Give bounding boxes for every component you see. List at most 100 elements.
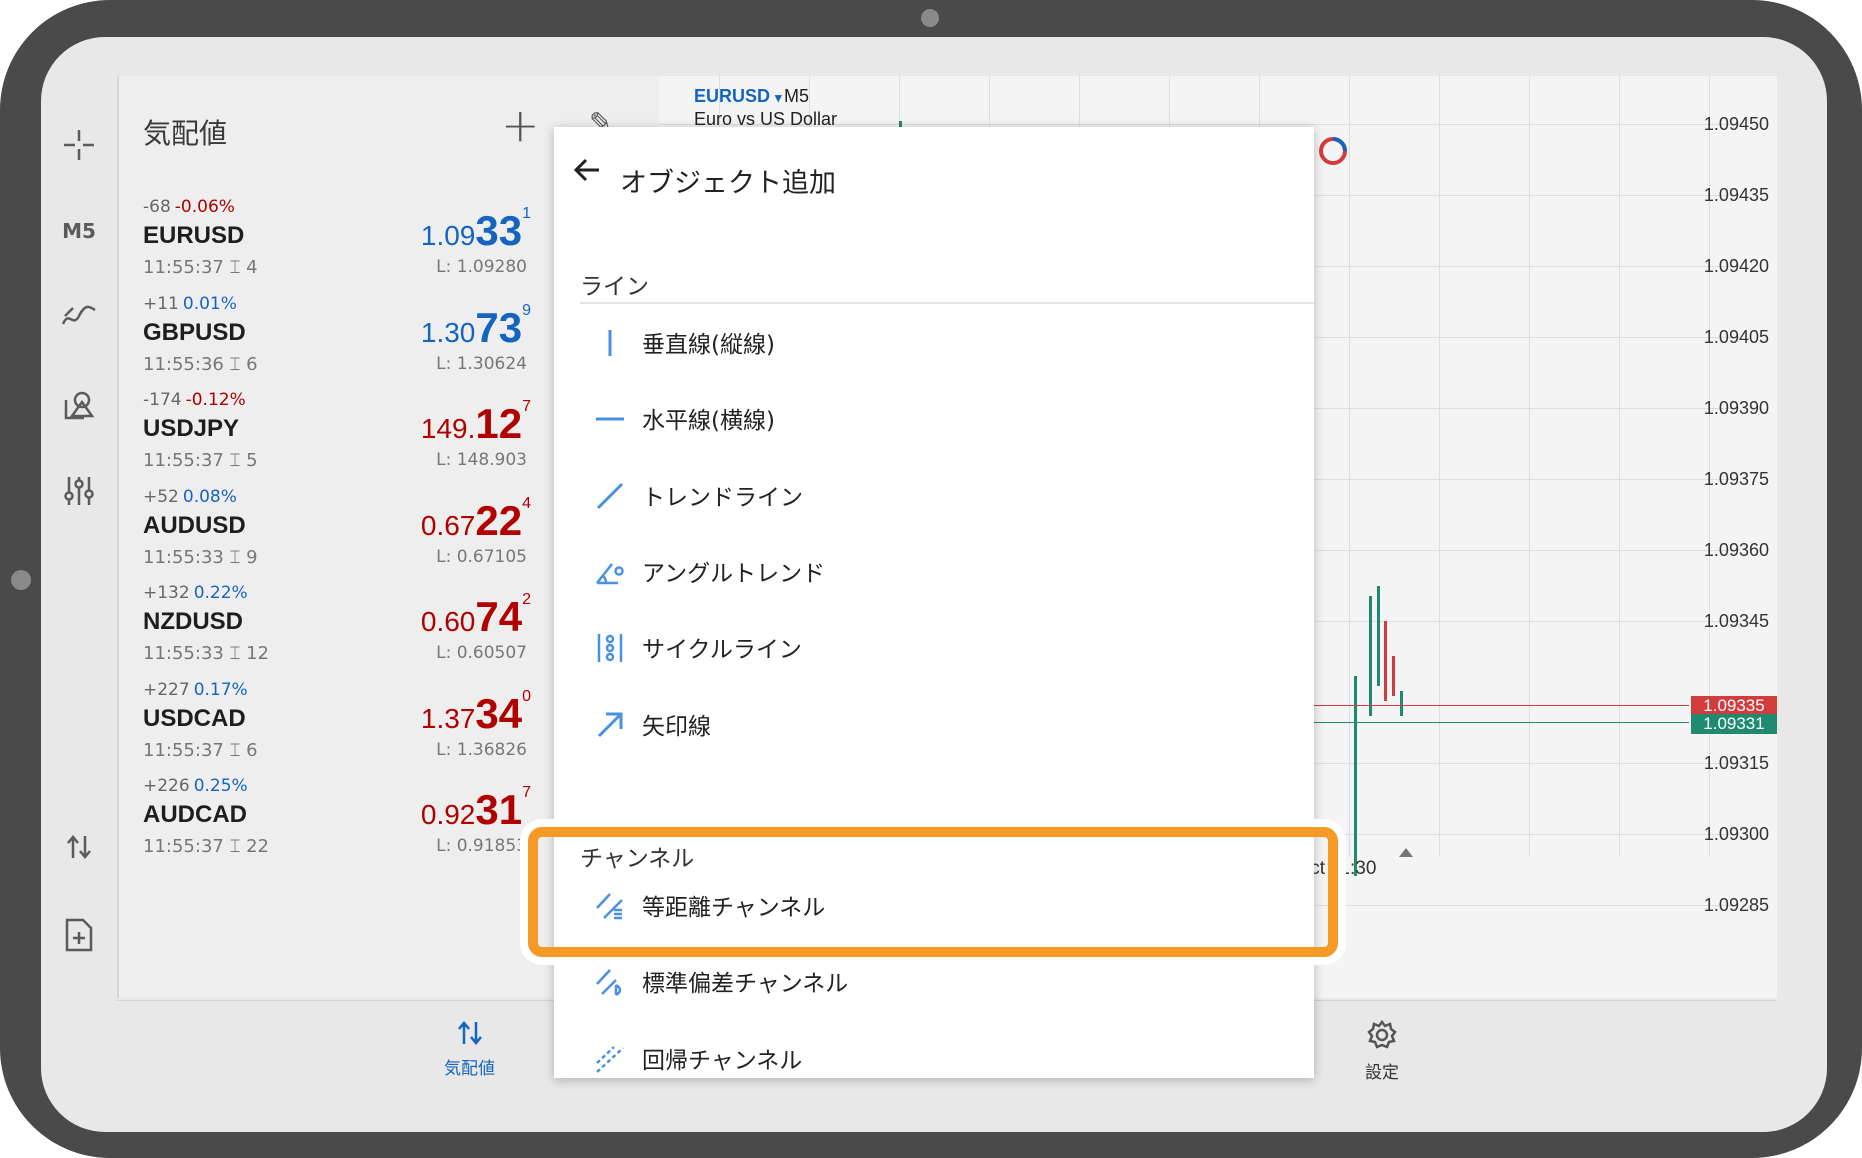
candle — [1384, 621, 1387, 701]
quote-time: 11:55:37 ⌶ 22 — [143, 836, 269, 857]
nav-settings[interactable]: 設定 — [1365, 1019, 1399, 1083]
back-arrow-icon[interactable] — [572, 155, 602, 193]
timer-icon[interactable] — [1317, 135, 1347, 165]
trendline-icon — [594, 480, 626, 512]
bid-price-tag: 1.09335 — [1691, 696, 1777, 716]
dialog-title: オブジェクト追加 — [620, 168, 836, 199]
quotes-title: 気配値 — [143, 117, 228, 150]
candle — [1400, 691, 1403, 716]
indicators-icon[interactable] — [51, 287, 107, 343]
chart-timeframe: M5 — [784, 86, 810, 106]
price-axis-label: 1.09315 — [1703, 753, 1769, 773]
object-item-label: 水平線(横線) — [642, 408, 775, 435]
quote-bid[interactable]: 0.92317 — [421, 784, 531, 834]
quote-symbol: USDJPY — [143, 415, 240, 442]
chart-dropdown-icon[interactable]: ▾ — [775, 90, 782, 105]
quote-change: -174 -0.12% — [143, 390, 246, 410]
grid-line — [1529, 76, 1530, 856]
nav-quotes[interactable]: 気配値 — [444, 1019, 495, 1079]
quote-symbol: AUDCAD — [143, 801, 247, 828]
quote-low: L: 0.60507 — [436, 643, 527, 663]
quotes-arrows-icon — [444, 1019, 495, 1054]
quote-change-pct: 0.08% — [182, 486, 237, 507]
quote-low: L: 1.09280 — [436, 257, 527, 277]
side-sensor-dot — [11, 570, 31, 590]
quote-low: L: 0.91853 — [436, 836, 527, 856]
quote-change: +226 0.25% — [143, 776, 248, 796]
objects-icon[interactable] — [51, 377, 107, 433]
object-item-label: 回帰チャンネル — [642, 1047, 803, 1074]
timeframe-button[interactable]: M5 — [51, 203, 107, 259]
price-axis-label: 1.09345 — [1703, 611, 1769, 631]
left-toolbar: M5 — [41, 37, 117, 997]
nav-settings-label: 設定 — [1365, 1063, 1399, 1083]
quote-bid[interactable]: 149.127 — [421, 398, 531, 448]
new-document-icon[interactable] — [51, 907, 107, 963]
regression-channel-icon — [594, 1043, 626, 1075]
price-axis-label: 1.09405 — [1703, 327, 1769, 347]
device-bezel: M5 気配値 + ✎ -68 -0.06% EURUSD 11:55:37 ⌶ 4 1.… — [0, 0, 1862, 1158]
quote-bid[interactable]: 0.60742 — [421, 591, 531, 641]
quote-symbol: AUDUSD — [143, 511, 246, 539]
price-axis-label: 1.09285 — [1703, 895, 1769, 915]
quote-symbol: GBPUSD — [143, 318, 246, 346]
section-lines-header: ライン — [580, 274, 649, 300]
grid-line — [1349, 76, 1350, 856]
price-axis-label: 1.09300 — [1703, 824, 1769, 844]
quote-symbol: NZDUSD — [143, 608, 243, 635]
price-axis-label: 1.09435 — [1703, 185, 1769, 205]
price-axis-label: 1.09420 — [1703, 256, 1769, 276]
candle — [1377, 586, 1380, 686]
quote-change-pct: 0.22% — [193, 583, 248, 603]
candle — [1369, 596, 1372, 716]
object-item[interactable]: 水平線(横線) — [554, 381, 1314, 457]
add-symbol-icon[interactable]: + — [501, 98, 540, 152]
price-axis-label: 1.09450 — [1703, 114, 1769, 134]
quote-change-pct: -0.12% — [185, 390, 246, 410]
quote-low: L: 1.36826 — [436, 739, 527, 760]
price-axis-label: 1.09360 — [1703, 540, 1769, 560]
quote-bid[interactable]: 1.09331 — [421, 205, 531, 255]
quote-change: +11 0.01% — [143, 293, 237, 314]
angle-trend-icon — [594, 556, 626, 588]
object-item[interactable]: トレンドライン — [554, 458, 1314, 534]
quote-change: -68 -0.06% — [143, 197, 235, 217]
quote-symbol: USDCAD — [143, 704, 246, 732]
quote-time: 11:55:33 ⌶ 9 — [143, 546, 258, 568]
quote-time: 11:55:36 ⌶ 6 — [143, 353, 258, 375]
object-item-label: アングルトレンド — [642, 560, 826, 587]
object-item-label: 矢印線 — [642, 713, 711, 740]
quote-change-pct: -0.06% — [174, 197, 235, 217]
quote-time: 11:55:37 ⌶ 4 — [143, 257, 258, 278]
quote-time: 11:55:37 ⌶ 6 — [143, 739, 258, 761]
quote-change: +132 0.22% — [143, 583, 248, 603]
chart-symbol[interactable]: EURUSD ▾ — [694, 86, 782, 107]
quote-bid[interactable]: 0.67224 — [421, 495, 531, 545]
object-item[interactable]: 矢印線 — [554, 687, 1314, 763]
quote-change: +227 0.17% — [143, 679, 248, 700]
quote-time: 11:55:33 ⌶ 12 — [143, 643, 269, 664]
object-item[interactable]: サイクルライン — [554, 610, 1314, 686]
trade-arrows-icon[interactable] — [51, 819, 107, 875]
vertical-line-icon — [594, 327, 626, 359]
arrow-line-icon — [594, 709, 626, 741]
candle — [1354, 676, 1357, 876]
quote-change-pct: 0.17% — [193, 679, 248, 700]
quote-change: +52 0.08% — [143, 486, 237, 507]
horizontal-line-icon — [594, 403, 626, 435]
nav-quotes-label: 気配値 — [444, 1059, 495, 1079]
ask-price-tag: 1.09331 — [1691, 714, 1777, 734]
object-item[interactable]: 垂直線(縦線) — [554, 305, 1314, 381]
section-divider — [580, 302, 1314, 304]
quote-bid[interactable]: 1.37340 — [421, 688, 531, 738]
settings-sliders-icon[interactable] — [51, 463, 107, 519]
quote-time: 11:55:37 ⌶ 5 — [143, 450, 258, 471]
object-item[interactable]: アングルトレンド — [554, 534, 1314, 610]
camera-dot — [921, 9, 939, 27]
quote-bid[interactable]: 1.30739 — [421, 302, 531, 352]
crosshair-icon[interactable] — [51, 117, 107, 173]
object-item[interactable]: 回帰チャンネル — [554, 1021, 1314, 1078]
object-item-label: 垂直線(縦線) — [642, 332, 775, 358]
quote-low: L: 148.903 — [436, 450, 527, 470]
highlight-box — [528, 827, 1338, 957]
